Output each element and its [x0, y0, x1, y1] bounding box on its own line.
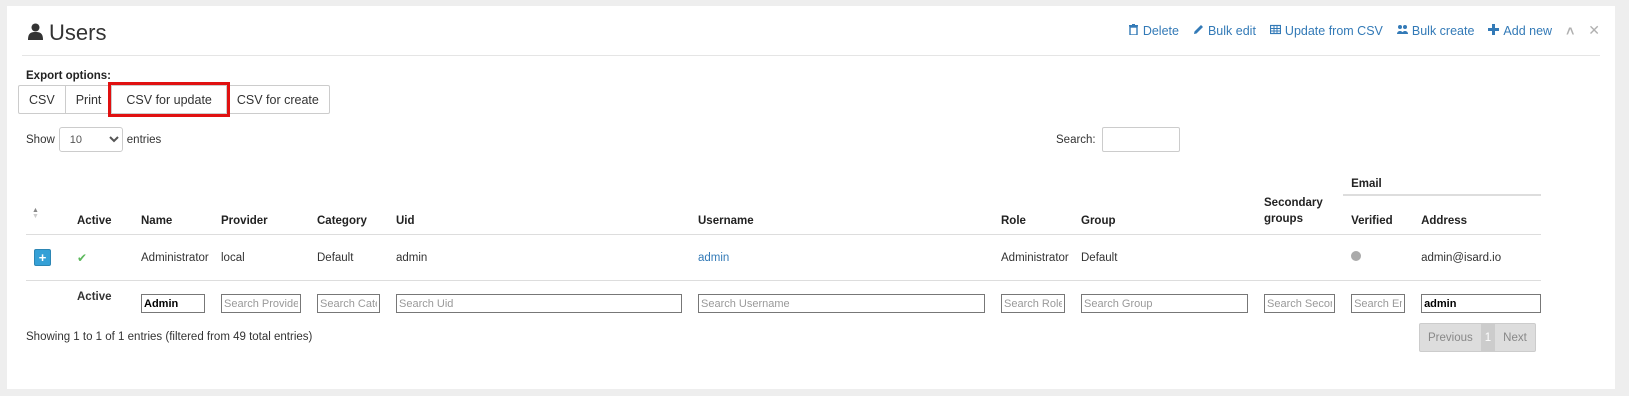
email-group-header: Email — [1343, 164, 1542, 196]
entries-label: entries — [126, 133, 162, 146]
username-cell: admin — [690, 234, 993, 281]
delete-label: Delete — [1142, 23, 1179, 38]
table-row[interactable]: + ✔ Administrator local Default admin ad… — [26, 234, 1542, 281]
export-csv-for-update-button[interactable]: CSV for update — [108, 82, 230, 117]
role-cell: Administrator — [993, 234, 1073, 281]
show-label: Show — [26, 133, 55, 146]
filter-provider-cell — [213, 281, 309, 327]
filter-expand-cell — [26, 281, 69, 327]
column-header-active[interactable]: Active — [69, 195, 133, 235]
filter-secondary-groups-cell — [1256, 281, 1343, 327]
filter-address-cell — [1413, 281, 1542, 327]
secondary-groups-cell — [1256, 234, 1344, 281]
export-csv-for-create-button[interactable]: CSV for create — [225, 85, 330, 114]
verified-cell — [1343, 234, 1414, 281]
pencil-icon — [1193, 24, 1204, 38]
trash-icon — [1128, 23, 1139, 38]
filter-uid-cell — [388, 281, 690, 327]
pagination: Previous 1 Next — [1419, 323, 1536, 352]
column-header-group[interactable]: Group — [1073, 195, 1256, 235]
panel-header: Users Delete Bulk edit Update from CSV B… — [22, 18, 1600, 56]
unverified-dot-icon — [1351, 251, 1362, 261]
users-table: Email ▲ ▼ Active Name Provider Category U… — [26, 164, 1542, 327]
active-cell: ✔ — [69, 234, 133, 281]
add-new-label: Add new — [1503, 23, 1553, 38]
uid-cell: admin — [388, 234, 690, 281]
user-icon — [28, 20, 43, 46]
page-title-text: Users — [49, 20, 107, 45]
expand-cell[interactable]: + — [26, 234, 69, 281]
column-header-name[interactable]: Name — [133, 195, 213, 235]
filter-name-cell — [133, 281, 213, 327]
filter-category-input[interactable] — [317, 294, 380, 314]
page-1-button[interactable]: 1 — [1480, 324, 1496, 351]
filter-group-cell — [1073, 281, 1256, 327]
filter-provider-input[interactable] — [221, 294, 301, 314]
filter-category-cell — [309, 281, 388, 327]
filter-username-input[interactable] — [698, 294, 985, 314]
plus-icon — [1488, 23, 1500, 38]
page-title: Users — [28, 20, 106, 46]
name-cell: Administrator — [133, 234, 213, 281]
bulk-edit-label: Bulk edit — [1207, 23, 1256, 38]
table-search: Search: — [1056, 127, 1180, 152]
bulk-create-label: Bulk create — [1411, 23, 1475, 38]
entries-select[interactable]: 10 — [58, 127, 123, 152]
filter-active-label: Active — [77, 291, 112, 303]
filter-role-cell — [993, 281, 1073, 327]
bulk-edit-button[interactable]: Bulk edit — [1193, 24, 1256, 38]
table-info: Showing 1 to 1 of 1 entries (filtered fr… — [26, 331, 313, 343]
users-icon — [1396, 24, 1408, 38]
check-icon: ✔ — [77, 250, 88, 265]
update-from-csv-button[interactable]: Update from CSV — [1269, 23, 1383, 38]
category-cell: Default — [309, 234, 388, 281]
filter-role-input[interactable] — [1001, 294, 1065, 314]
next-button[interactable]: Next — [1495, 324, 1535, 351]
username-link[interactable]: admin — [698, 252, 729, 264]
filter-uid-input[interactable] — [396, 294, 682, 314]
close-icon[interactable]: ✕ — [1588, 22, 1600, 39]
column-header-category[interactable]: Category — [309, 195, 388, 235]
column-header-provider[interactable]: Provider — [213, 195, 309, 235]
length-control: Show 10 entries — [26, 127, 161, 152]
column-header-address[interactable]: Address — [1413, 195, 1542, 235]
column-header-expand[interactable]: ▲ ▼ — [26, 195, 69, 235]
filter-group-input[interactable] — [1081, 294, 1248, 314]
column-header-role[interactable]: Role — [993, 195, 1073, 235]
filter-secondary-groups-input[interactable] — [1264, 294, 1336, 314]
update-from-csv-label: Update from CSV — [1284, 23, 1383, 38]
filter-row: Active — [26, 281, 1542, 327]
column-header-username[interactable]: Username — [690, 195, 993, 235]
previous-button[interactable]: Previous — [1420, 324, 1481, 351]
provider-cell: local — [213, 234, 309, 281]
add-new-button[interactable]: Add new — [1488, 23, 1553, 38]
expand-row-button[interactable]: + — [34, 249, 51, 266]
users-panel: Users Delete Bulk edit Update from CSV B… — [7, 6, 1615, 389]
filter-verified-input[interactable] — [1351, 294, 1406, 314]
header-spacer — [26, 164, 1343, 195]
column-header-secondary-groups[interactable]: Secondary groups — [1256, 195, 1344, 235]
export-options-label: Export options: — [26, 70, 111, 82]
table-icon — [1269, 24, 1282, 38]
filter-username-cell — [690, 281, 993, 327]
export-csv-button[interactable]: CSV — [18, 85, 66, 114]
chevron-up-icon[interactable]: ˄ — [1566, 23, 1574, 39]
toolbar: Delete Bulk edit Update from CSV Bulk cr… — [1128, 22, 1600, 39]
address-cell: admin@isard.io — [1413, 234, 1542, 281]
delete-button[interactable]: Delete — [1128, 23, 1179, 38]
search-input[interactable] — [1101, 127, 1180, 152]
filter-name-input[interactable] — [141, 294, 205, 314]
filter-address-input[interactable] — [1421, 294, 1542, 314]
filter-verified-cell — [1343, 281, 1413, 327]
group-cell: Default — [1073, 234, 1256, 281]
export-print-button[interactable]: Print — [64, 85, 113, 114]
export-button-group: CSV Print CSV for update CSV for create — [18, 82, 330, 117]
column-header-uid[interactable]: Uid — [388, 195, 690, 235]
bulk-create-button[interactable]: Bulk create — [1396, 23, 1475, 38]
search-label: Search: — [1056, 133, 1096, 146]
column-header-verified[interactable]: Verified — [1343, 195, 1414, 235]
